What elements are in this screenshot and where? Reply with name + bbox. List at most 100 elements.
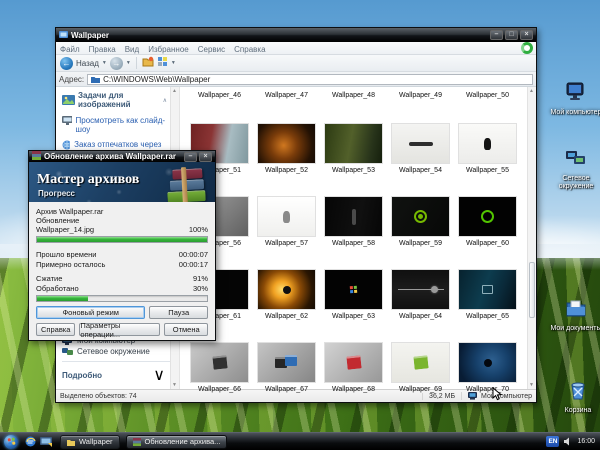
thumbnail-image[interactable] [257, 196, 316, 237]
file-item[interactable]: Wallpaper_67 [253, 321, 320, 394]
forward-dropdown-icon[interactable]: ▼ [126, 60, 131, 66]
file-item[interactable]: Wallpaper_70 [454, 321, 521, 394]
dialog-close-button[interactable]: × [199, 152, 212, 162]
chevron-up-icon[interactable]: ∧ [163, 97, 167, 104]
background-mode-button[interactable]: Фоновый режим [36, 306, 145, 319]
back-dropdown-icon[interactable]: ▼ [102, 60, 107, 66]
menu-item[interactable]: Файл [60, 45, 80, 54]
dialog-body: Архив Wallpaper.rar Обновление Wallpaper… [29, 202, 215, 340]
internet-explorer-icon[interactable] [24, 436, 36, 448]
task-slideshow[interactable]: Просмотреть как слайд-шоу [62, 116, 166, 134]
volume-icon[interactable] [564, 433, 572, 450]
content-scrollbar[interactable]: ▲ ▼ [527, 87, 536, 389]
file-item[interactable]: Wallpaper_52 [253, 102, 320, 175]
place-label: Сетевое окружение [77, 347, 150, 356]
desktop-icon-network[interactable]: Сетевое окружение [550, 148, 600, 191]
scroll-down-icon[interactable]: ▼ [172, 382, 177, 388]
minimize-button[interactable]: – [490, 30, 503, 40]
file-item[interactable]: Wallpaper_57 [253, 175, 320, 248]
views-dropdown-icon[interactable]: ▼ [171, 60, 176, 66]
tray-clock[interactable]: 16:00 [577, 438, 595, 445]
dialog-titlebar[interactable]: Обновление архива Wallpaper.rar – × [29, 151, 215, 162]
thumbnail-image[interactable] [324, 342, 383, 383]
file-item[interactable]: Wallpaper_47 [253, 89, 320, 102]
thumbnail-image[interactable] [257, 342, 316, 383]
file-item[interactable]: Wallpaper_53 [320, 102, 387, 175]
scrollbar-thumb[interactable] [529, 262, 535, 318]
file-item[interactable]: Wallpaper_68 [320, 321, 387, 394]
thumbnail-image[interactable] [257, 269, 316, 310]
winrar-icon [32, 151, 41, 162]
thumbnail-image[interactable] [458, 269, 517, 310]
thumbnail-image[interactable] [391, 196, 450, 237]
taskbar-button-archive[interactable]: Обновление архива... [126, 435, 228, 449]
sidebar-tasks-header[interactable]: Задачи для изображений ∧ [62, 91, 177, 109]
chevron-down-icon[interactable]: ∨ [153, 365, 165, 385]
file-item[interactable]: Wallpaper_65 [454, 248, 521, 321]
thumbnail-image[interactable] [324, 269, 383, 310]
stat-value: 00:00:17 [179, 260, 208, 270]
menu-item[interactable]: Избранное [148, 45, 189, 54]
dialog-banner: Мастер архивов Прогресс [29, 162, 215, 202]
file-item[interactable]: Wallpaper_54 [387, 102, 454, 175]
thumbnail-image[interactable] [458, 196, 517, 237]
thumbnail-image[interactable] [324, 123, 383, 164]
file-name-label: Wallpaper_46 [198, 92, 241, 100]
thumbnail-image[interactable] [190, 342, 249, 383]
operation-options-button[interactable]: Параметры операции... [79, 323, 160, 336]
file-item[interactable]: Wallpaper_64 [387, 248, 454, 321]
stat-row-processed: Обработано 30% [36, 284, 208, 294]
file-list-area: Wallpaper_46 Wallpaper_47 Wallpaper_48 W… [180, 87, 536, 389]
file-item[interactable]: Wallpaper_55 [454, 102, 521, 175]
back-button[interactable]: ← [60, 57, 73, 70]
file-item[interactable]: Wallpaper_48 [320, 89, 387, 102]
prints-online-icon [62, 140, 70, 150]
file-item[interactable]: Wallpaper_63 [320, 248, 387, 321]
file-item[interactable]: Wallpaper_69 [387, 321, 454, 394]
scroll-up-icon[interactable]: ▲ [529, 88, 534, 94]
thumbnail-image[interactable] [391, 342, 450, 383]
file-item[interactable]: Wallpaper_50 [454, 89, 521, 102]
sidebar-tasks-title: Задачи для изображений [78, 91, 160, 109]
file-item[interactable]: Wallpaper_49 [387, 89, 454, 102]
file-name-label: Wallpaper_67 [265, 386, 308, 394]
file-item[interactable]: Wallpaper_58 [320, 175, 387, 248]
cancel-button[interactable]: Отмена [164, 323, 208, 336]
menu-item[interactable]: Вид [125, 45, 139, 54]
place-network[interactable]: Сетевое окружение [62, 347, 177, 356]
thumbnail-image[interactable] [458, 342, 517, 383]
banner-subtitle: Прогресс [38, 189, 75, 198]
scroll-down-icon[interactable]: ▼ [529, 382, 534, 388]
forward-button[interactable]: → [110, 57, 123, 70]
show-desktop-icon[interactable] [40, 436, 52, 448]
scroll-up-icon[interactable]: ▲ [172, 88, 177, 94]
close-button[interactable]: × [520, 30, 533, 40]
address-input[interactable]: C:\WINDOWS\Web\Wallpaper [87, 74, 533, 85]
file-item[interactable]: Wallpaper_60 [454, 175, 521, 248]
menu-item[interactable]: Справка [234, 45, 265, 54]
language-indicator[interactable]: EN [546, 436, 559, 447]
menu-bar: Файл Правка Вид Избранное Сервис Справка [56, 42, 536, 55]
file-name-label: Wallpaper_50 [466, 92, 509, 100]
maximize-button[interactable]: □ [505, 30, 518, 40]
thumbnail-image[interactable] [391, 269, 450, 310]
help-button[interactable]: Справка [36, 323, 75, 336]
desktop-icon-my-computer[interactable]: Мой компьютер [550, 82, 600, 117]
dialog-minimize-button[interactable]: – [184, 152, 197, 162]
thumbnail-image[interactable] [257, 123, 316, 164]
start-button[interactable] [4, 435, 18, 449]
file-item[interactable]: Wallpaper_59 [387, 175, 454, 248]
file-item[interactable]: Wallpaper_62 [253, 248, 320, 321]
thumbnail-image[interactable] [324, 196, 383, 237]
file-item[interactable]: Wallpaper_46 [186, 89, 253, 102]
pause-button[interactable]: Пауза [149, 306, 208, 319]
taskbar-button-wallpaper[interactable]: Wallpaper [60, 435, 120, 449]
desktop-icon-label: Корзина [552, 407, 600, 415]
desktop-icon-my-documents[interactable]: Мои документы [550, 298, 600, 333]
thumbnail-image[interactable] [458, 123, 517, 164]
desktop-icon-recycle-bin[interactable]: Корзина [552, 380, 600, 415]
sidebar-details-header[interactable]: Подробно ∨ [62, 361, 177, 385]
thumbnail-image[interactable] [391, 123, 450, 164]
menu-item[interactable]: Сервис [198, 45, 225, 54]
menu-item[interactable]: Правка [89, 45, 116, 54]
